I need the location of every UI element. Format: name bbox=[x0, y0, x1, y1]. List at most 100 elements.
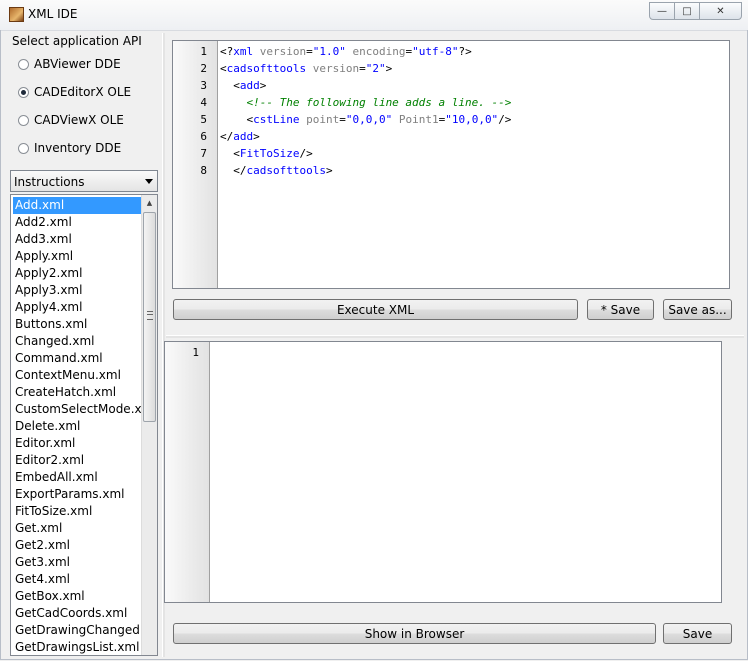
code-token: > bbox=[259, 79, 267, 92]
file-list-scrollbar[interactable]: ▲ bbox=[141, 195, 157, 655]
file-list[interactable]: Add.xml Add2.xml Add3.xml Apply.xml Apply2.x… bbox=[10, 194, 158, 656]
xml-editor[interactable]: 12345678 <?xml version="1.0" encoding="u… bbox=[172, 40, 730, 289]
xml-code: <?xml version="1.0" encoding="utf-8"?> <c… bbox=[220, 43, 511, 179]
code-token: ?> bbox=[458, 45, 472, 58]
code-token: "0,0,0" bbox=[345, 113, 393, 126]
code-token: add bbox=[239, 79, 260, 92]
file-list-item[interactable]: Changed.xml bbox=[13, 333, 141, 350]
code-token: </ bbox=[220, 130, 234, 143]
file-list-item[interactable]: CustomSelectMode.xml bbox=[13, 401, 141, 418]
radio-abviewer-dde[interactable]: ABViewer DDE bbox=[18, 57, 121, 71]
code-token: /> bbox=[498, 113, 512, 126]
radio-label: Inventory DDE bbox=[34, 141, 122, 155]
code-line: <?xml version="1.0" encoding="utf-8"?> bbox=[220, 43, 511, 60]
scroll-up-arrow-icon[interactable]: ▲ bbox=[142, 195, 157, 211]
file-list-item[interactable]: Editor.xml bbox=[13, 435, 141, 452]
horizontal-splitter[interactable] bbox=[166, 335, 744, 338]
radio-inventory-dde[interactable]: Inventory DDE bbox=[18, 141, 121, 155]
window-title: XML IDE bbox=[28, 7, 78, 21]
execute-xml-button[interactable]: Execute XML bbox=[173, 299, 578, 320]
window-controls: — □ ✕ bbox=[649, 2, 742, 20]
line-number: 1 bbox=[192, 346, 199, 359]
code-token: = bbox=[306, 45, 313, 58]
line-number: 5 bbox=[200, 113, 207, 126]
file-list-item[interactable]: Add2.xml bbox=[13, 214, 141, 231]
code-token: FitToSize bbox=[239, 147, 300, 160]
code-token: <!-- The following line adds a line. --> bbox=[220, 96, 512, 109]
code-line: <!-- The following line adds a line. --> bbox=[220, 94, 511, 111]
file-list-item[interactable]: Apply3.xml bbox=[13, 282, 141, 299]
file-list-item[interactable]: Apply2.xml bbox=[13, 265, 141, 282]
file-list-item[interactable]: Add.xml bbox=[13, 197, 141, 214]
file-list-item[interactable]: Get.xml bbox=[13, 520, 141, 537]
minimize-button[interactable]: — bbox=[649, 2, 675, 20]
save-as-button[interactable]: Save as... bbox=[663, 299, 732, 320]
code-line: <cstLine point="0,0,0" Point1="10,0,0"/> bbox=[220, 111, 511, 128]
code-line: <cadsofttools version="2"> bbox=[220, 60, 511, 77]
output-save-button[interactable]: Save bbox=[663, 623, 732, 644]
radio-icon bbox=[18, 142, 29, 154]
chevron-down-icon bbox=[145, 179, 153, 184]
file-list-item[interactable]: GetDrawingsList.xml bbox=[13, 639, 141, 655]
code-token: point bbox=[299, 113, 340, 126]
radio-icon bbox=[18, 58, 29, 70]
api-group-title: Select application API bbox=[12, 34, 142, 48]
line-number: 2 bbox=[200, 62, 207, 75]
file-list-item[interactable]: GetCadCoords.xml bbox=[13, 605, 141, 622]
file-list-item[interactable]: ContextMenu.xml bbox=[13, 367, 141, 384]
code-token: < bbox=[220, 147, 240, 160]
code-token: version bbox=[306, 62, 360, 75]
file-list-item[interactable]: Get4.xml bbox=[13, 571, 141, 588]
scroll-thumb[interactable] bbox=[143, 212, 156, 422]
code-token: encoding bbox=[345, 45, 406, 58]
code-token: xml bbox=[233, 45, 254, 58]
code-token: < bbox=[220, 79, 240, 92]
code-token: < bbox=[220, 62, 227, 75]
file-list-item[interactable]: Get2.xml bbox=[13, 537, 141, 554]
file-list-item[interactable]: ExportParams.xml bbox=[13, 486, 141, 503]
radio-label: CADViewX OLE bbox=[34, 113, 124, 127]
category-dropdown[interactable]: Instructions bbox=[10, 170, 158, 192]
output-editor[interactable]: 1 bbox=[164, 341, 722, 603]
save-button[interactable]: * Save bbox=[587, 299, 654, 320]
code-line: <FitToSize/> bbox=[220, 145, 511, 162]
line-number: 7 bbox=[200, 147, 207, 160]
close-button[interactable]: ✕ bbox=[699, 2, 742, 20]
file-list-item[interactable]: Editor2.xml bbox=[13, 452, 141, 469]
radio-label: CADEditorX OLE bbox=[34, 85, 132, 99]
file-list-item[interactable]: GetDrawingChanged.xml bbox=[13, 622, 141, 639]
code-token: "utf-8" bbox=[412, 45, 459, 58]
line-number-gutter: 1 2 3 4 5 6 7 8 bbox=[173, 41, 218, 288]
file-list-item[interactable]: GetBox.xml bbox=[13, 588, 141, 605]
category-value: Instructions bbox=[14, 175, 85, 189]
maximize-button[interactable]: □ bbox=[674, 2, 700, 20]
file-list-item[interactable]: Delete.xml bbox=[13, 418, 141, 435]
output-line-number-gutter: 1 bbox=[165, 342, 210, 602]
file-list-item[interactable]: Add3.xml bbox=[13, 231, 141, 248]
code-token: version bbox=[253, 45, 307, 58]
radio-cadviewx-ole[interactable]: CADViewX OLE bbox=[18, 113, 124, 127]
show-in-browser-button[interactable]: Show in Browser bbox=[173, 623, 656, 644]
radio-selected-icon bbox=[18, 86, 29, 98]
line-number: 4 bbox=[200, 96, 207, 109]
file-list-item[interactable]: Buttons.xml bbox=[13, 316, 141, 333]
file-list-item[interactable]: Get3.xml bbox=[13, 554, 141, 571]
grip-icon bbox=[147, 311, 153, 320]
code-line: </add> bbox=[220, 128, 511, 145]
code-token: > bbox=[325, 164, 333, 177]
app-icon bbox=[9, 7, 24, 22]
file-list-item[interactable]: EmbedAll.xml bbox=[13, 469, 141, 486]
code-line: </cadsofttools> bbox=[220, 162, 511, 179]
file-list-item[interactable]: FitToSize.xml bbox=[13, 503, 141, 520]
code-token: add bbox=[233, 130, 254, 143]
title-bar: XML IDE — □ ✕ bbox=[0, 0, 748, 31]
file-list-item[interactable]: Command.xml bbox=[13, 350, 141, 367]
code-token: = bbox=[339, 113, 346, 126]
code-token: cstLine bbox=[253, 113, 300, 126]
code-token: <? bbox=[220, 45, 234, 58]
file-list-item[interactable]: Apply4.xml bbox=[13, 299, 141, 316]
file-list-item[interactable]: Apply.xml bbox=[13, 248, 141, 265]
radio-cadeditorx-ole[interactable]: CADEditorX OLE bbox=[18, 85, 131, 99]
code-line: <add> bbox=[220, 77, 511, 94]
file-list-item[interactable]: CreateHatch.xml bbox=[13, 384, 141, 401]
